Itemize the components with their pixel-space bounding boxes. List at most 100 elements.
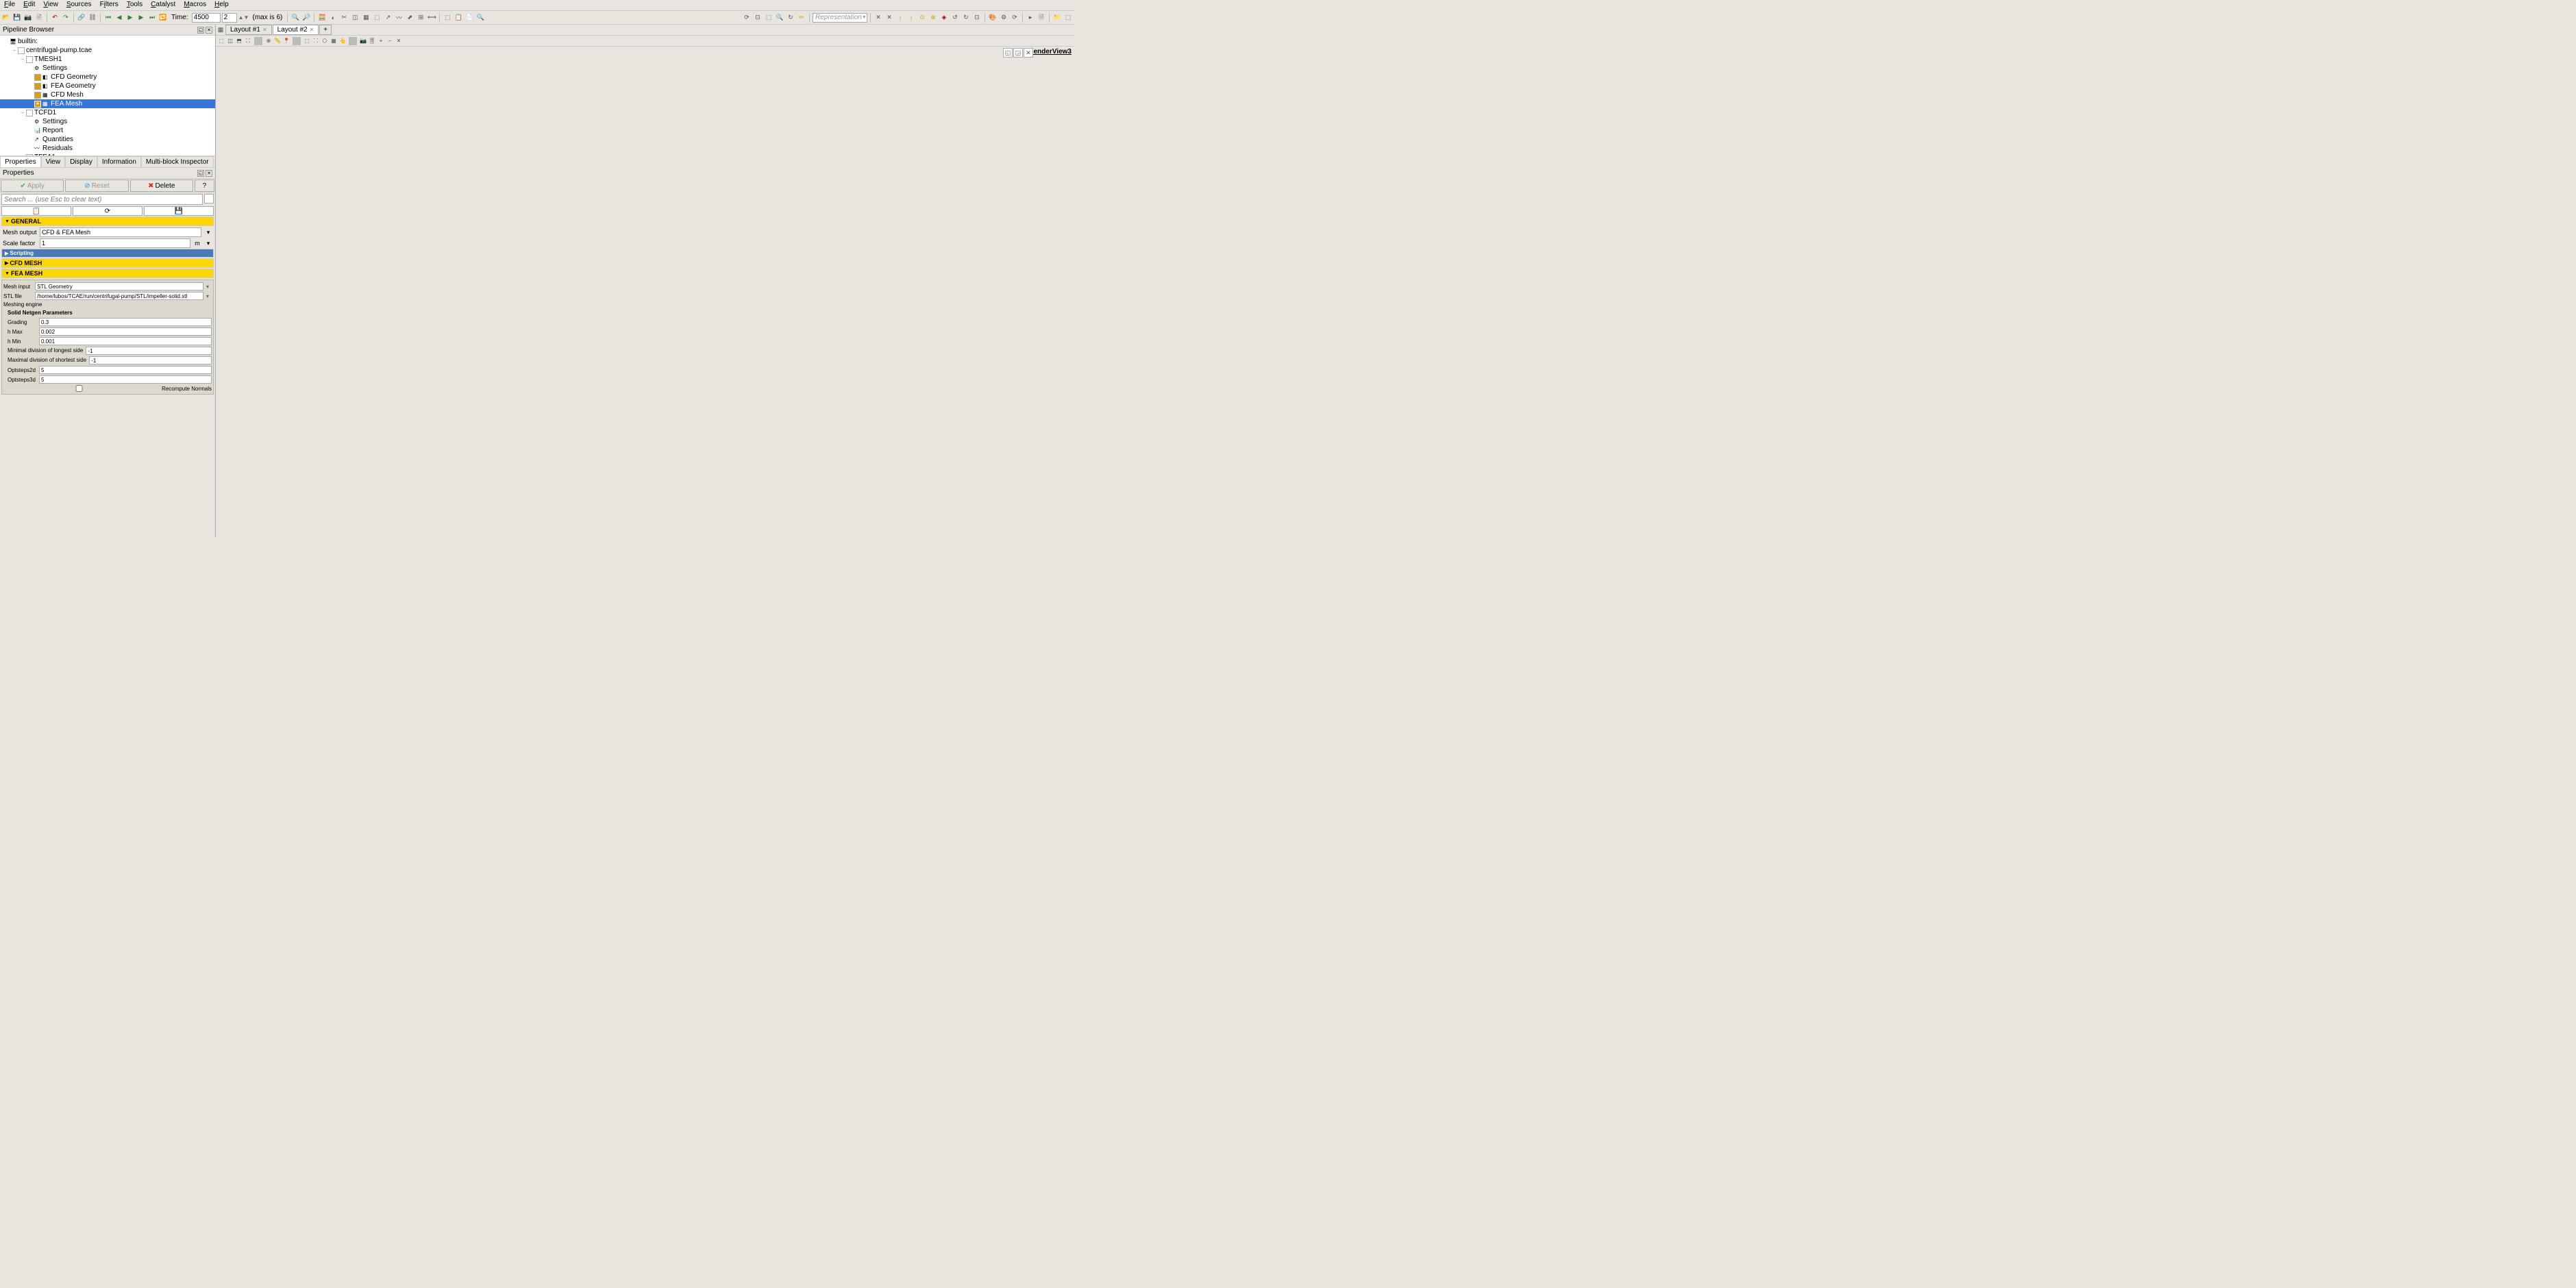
copy-icon[interactable]: 📋 (454, 13, 463, 23)
fit-icon[interactable]: ⊡ (972, 13, 982, 23)
menu-tools[interactable]: Tools (123, 0, 147, 10)
paste-icon[interactable]: 📄 (465, 13, 474, 23)
rotate90-cw-icon[interactable]: ↻ (961, 13, 971, 23)
find-icon[interactable]: 🔍 (475, 13, 485, 23)
zoom-icon[interactable]: 🔍 (290, 13, 300, 23)
paste-props-icon[interactable]: ⟳ (73, 206, 143, 216)
reflection-icon[interactable]: ⟷ (427, 13, 436, 23)
panel-float-icon[interactable]: ◱ (197, 170, 204, 177)
tree-item[interactable]: ▦CFD Mesh (0, 90, 215, 99)
tree-item[interactable]: ◧FEA Geometry (0, 82, 215, 90)
tcae-icon-2[interactable]: ⬚ (1063, 13, 1073, 23)
scale-factor-input[interactable] (40, 238, 190, 248)
y-axis-icon[interactable]: ↕ (895, 13, 905, 23)
center-icon[interactable]: ⊕ (264, 37, 273, 45)
help-button[interactable]: ? (195, 179, 214, 192)
tree-item[interactable]: 📊Report (0, 126, 215, 135)
stream-icon[interactable]: 〰 (394, 13, 404, 23)
split-v-icon[interactable]: ⬒ (235, 37, 243, 45)
open-icon[interactable]: 📂 (1, 13, 11, 23)
prev-frame-icon[interactable]: ◀ (114, 13, 124, 23)
properties-search-input[interactable] (1, 194, 203, 205)
rubber-band-zoom-icon[interactable]: 🔍 (775, 13, 784, 23)
layout-tab-1[interactable]: Layout #1✕ (225, 25, 272, 35)
select-cells-icon[interactable]: ⬚ (303, 37, 311, 45)
visibility-toggle[interactable] (34, 83, 41, 90)
time-value-input[interactable] (192, 13, 221, 23)
hmax-input[interactable] (39, 327, 212, 336)
menu-filters[interactable]: Filters (96, 0, 123, 10)
contour-icon[interactable]: ◐ (328, 13, 338, 23)
visibility-toggle[interactable] (26, 56, 33, 63)
delete-button[interactable]: ✖Delete (130, 179, 193, 192)
save-icon[interactable]: 💾 (12, 13, 22, 23)
close-icon[interactable]: ✕ (310, 27, 314, 33)
zoom-out-icon[interactable]: 🔎 (301, 13, 311, 23)
reset-camera-icon[interactable]: ⟳ (742, 13, 752, 23)
min-div-input[interactable] (86, 347, 212, 355)
split-h-icon[interactable]: ◫ (226, 37, 234, 45)
tree-item[interactable]: −TMESH1 (0, 55, 215, 64)
select-points-icon[interactable]: ⸬ (312, 37, 320, 45)
first-frame-icon[interactable]: ⏮ (103, 13, 113, 23)
zoom-to-data-icon[interactable]: ⊡ (753, 13, 763, 23)
reset-button[interactable]: ⊘Reset (65, 179, 128, 192)
scripting-section-header[interactable]: ▶Scripting (1, 249, 214, 258)
edit-icon[interactable]: ✏ (797, 13, 806, 23)
dropdown-icon[interactable]: ▾ (204, 240, 212, 247)
render-icon[interactable]: ⬚ (217, 37, 225, 45)
copy-props-icon[interactable]: 📋 (1, 206, 71, 216)
menu-edit[interactable]: Edit (19, 0, 39, 10)
dropdown-icon[interactable]: ▾ (204, 229, 212, 236)
panel-close-icon[interactable]: ✕ (206, 27, 212, 34)
view-close-icon[interactable]: ✕ (1024, 48, 1033, 58)
fea-mesh-section-header[interactable]: ▼FEA MESH (1, 269, 214, 278)
property-tab[interactable]: View (41, 156, 66, 167)
disconnect-icon[interactable]: ⛓ (88, 13, 97, 23)
expander-icon[interactable]: − (19, 56, 26, 62)
warp-icon[interactable]: ⬈ (405, 13, 414, 23)
x-axis-icon[interactable]: ✕ (874, 13, 883, 23)
rotate-icon[interactable]: ↻ (786, 13, 795, 23)
menu-file[interactable]: File (0, 0, 19, 10)
max-div-input[interactable] (89, 356, 212, 364)
frame-value-input[interactable] (222, 13, 237, 23)
connect-icon[interactable]: 🔗 (77, 13, 86, 23)
tree-item[interactable]: 🖥builtin: (0, 37, 215, 46)
tree-item[interactable]: ⚙Settings (0, 64, 215, 73)
properties-scroll[interactable]: ▼GENERAL Mesh output ▾ Scale factor m ▾ … (0, 216, 215, 537)
menu-help[interactable]: Help (210, 0, 233, 10)
apply-button[interactable]: ✔Apply (1, 179, 64, 192)
representation-dropdown[interactable]: Representation ▼ (813, 13, 867, 23)
tree-item[interactable]: ↗Quantities (0, 135, 215, 144)
rotate90-ccw-icon[interactable]: ↺ (950, 13, 960, 23)
mesh-output-select[interactable] (40, 227, 201, 237)
property-tab[interactable]: Multi-block Inspector (141, 156, 214, 167)
stl-file-input[interactable] (35, 292, 203, 300)
close-icon[interactable]: ✕ (262, 27, 267, 33)
tree-item[interactable]: −TCFD1 (0, 108, 215, 117)
grading-input[interactable] (39, 318, 212, 326)
isometric-icon[interactable]: ◈ (939, 13, 949, 23)
visibility-toggle[interactable] (34, 74, 41, 81)
x-neg-icon[interactable]: ✕ (884, 13, 894, 23)
output-icon[interactable]: 🗎 (1037, 13, 1046, 23)
general-section-header[interactable]: ▼GENERAL (1, 216, 214, 226)
plus-icon[interactable]: + (377, 37, 385, 45)
reload-icon[interactable]: ⟳ (1010, 13, 1019, 23)
adjust-icon[interactable]: ⚙ (999, 13, 1008, 23)
hover-icon[interactable]: 👆 (338, 37, 347, 45)
panel-float-icon[interactable]: ◱ (197, 27, 204, 34)
next-frame-icon[interactable]: ▶ (136, 13, 146, 23)
panel-close-icon[interactable]: ✕ (206, 170, 212, 177)
view-toggle-1[interactable]: ◱ (1003, 48, 1013, 58)
tree-item[interactable]: ⚙Settings (0, 117, 215, 126)
cfd-mesh-section-header[interactable]: ▶CFD MESH (1, 258, 214, 268)
layout-grid-icon[interactable]: ▦ (216, 25, 225, 35)
z-neg-icon[interactable]: ⊗ (928, 13, 938, 23)
view-toggle-2[interactable]: ◲ (1013, 48, 1023, 58)
threshold-icon[interactable]: ▦ (361, 13, 371, 23)
probe-icon[interactable]: 📍 (282, 37, 290, 45)
selection-tool-icon[interactable]: ⬚ (443, 13, 452, 23)
play-icon[interactable]: ▶ (125, 13, 135, 23)
